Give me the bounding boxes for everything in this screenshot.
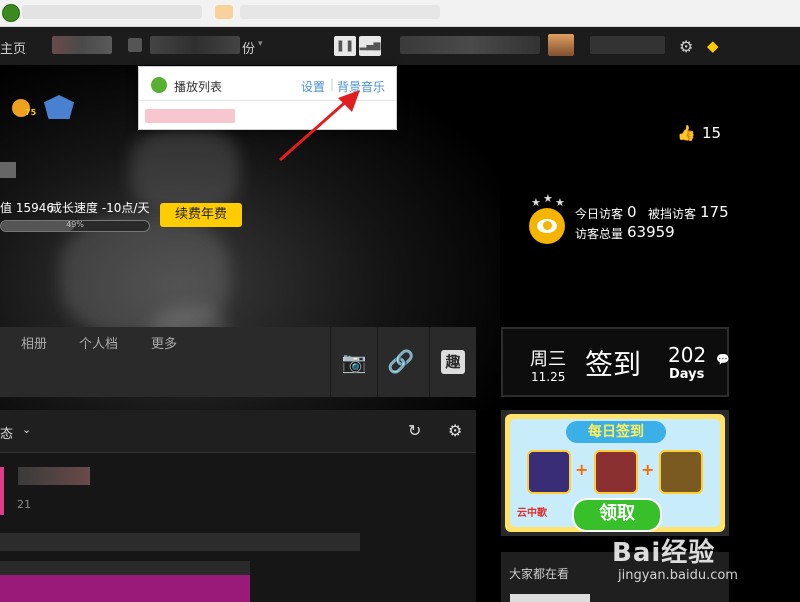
plus-icon: + [641, 460, 655, 479]
pause-icon[interactable]: ❚❚ [334, 36, 356, 56]
star-icon: ★ [531, 196, 541, 209]
browser-address-bar [0, 0, 800, 27]
blurred-profile-name [0, 162, 16, 178]
blurred-thumbnail[interactable] [510, 594, 590, 602]
post-image[interactable] [0, 575, 250, 602]
checkin-weekday: 周三 [530, 349, 566, 370]
nav-home-link[interactable]: 主页 [0, 38, 26, 57]
tab-more[interactable]: 更多 [151, 333, 177, 352]
everyone-watching-title: 大家都在看 [509, 567, 570, 581]
baidu-watermark: Bai经验 [612, 538, 716, 568]
growth-speed: 成长速度 -10点/天 [50, 201, 150, 215]
scepter-gift-icon [527, 450, 571, 494]
tab-profile[interactable]: 个人档 [79, 333, 118, 352]
blurred-nav-item [590, 36, 665, 54]
playlist-title: 播放列表 [174, 80, 223, 94]
blurred-user-name [400, 36, 540, 54]
blurred-url [22, 5, 202, 19]
checkin-date: 11.25 [531, 370, 566, 384]
likes-count: 15 [702, 124, 722, 142]
checkin-days-value: 202 [668, 343, 707, 367]
total-visitors-value: 63959 [627, 223, 675, 241]
blurred-post-author [18, 467, 90, 485]
gear-icon[interactable]: ⚙ [448, 421, 462, 440]
music-bag-icon [151, 77, 167, 93]
feed-avatar-edge [0, 467, 4, 515]
fun-icon: 趣 [441, 350, 465, 374]
feed-filter-label[interactable]: 态 [0, 423, 13, 442]
blurred-track-item[interactable] [145, 109, 235, 123]
thumbs-up-icon[interactable]: 👍 [677, 124, 696, 142]
nav-item-partial[interactable]: 份 [242, 38, 255, 57]
growth-progress-label: 49% [66, 220, 84, 229]
renew-annual-fee-button[interactable]: 续费年费 [160, 203, 242, 227]
diamond-icon[interactable]: ◆ [707, 37, 719, 55]
top-navigation: 主页 份 ▾ ❚❚ ▂▄▆ ⚙ ◆ [0, 27, 800, 65]
blocked-visitors-value: 175 [700, 203, 729, 221]
camera-button[interactable]: 📷 [330, 327, 377, 397]
link-button[interactable]: 🔗 [377, 327, 424, 397]
claim-button[interactable]: 领取 [572, 498, 662, 532]
total-visitors-label: 访客总量 [575, 227, 624, 241]
arrow-head [338, 90, 360, 112]
blurred-tab [240, 5, 440, 19]
arrow-shaft [279, 96, 351, 162]
blurred-nav-icon [128, 38, 142, 52]
blurred-favicon [215, 5, 233, 19]
chevron-down-icon[interactable]: ⌄ [22, 423, 31, 436]
baidu-watermark-url: jingyan.baidu.com [618, 568, 738, 583]
refresh-icon[interactable]: ↻ [408, 421, 421, 440]
feed-list: 21 [0, 453, 476, 602]
blocked-visitors-label[interactable]: 被挡访客 [648, 205, 696, 222]
avatar[interactable] [548, 34, 574, 56]
growth-progress-bar: 49% [0, 220, 150, 232]
gear-icon[interactable]: ⚙ [679, 37, 693, 56]
treasure-gift-icon [659, 450, 703, 494]
browser-logo-icon [2, 4, 20, 22]
eye-pupil [543, 221, 552, 230]
plus-icon: + [575, 460, 589, 479]
link-icon: 🔗 [387, 349, 415, 375]
fun-button[interactable]: 趣 [429, 327, 476, 397]
checkin-label[interactable]: 签到 [585, 343, 641, 383]
today-visitors-value: 0 [627, 203, 637, 221]
blurred-nav-item [52, 36, 112, 54]
checkin-days-label: Days [669, 367, 705, 382]
helmet-gift-icon [594, 450, 638, 494]
promo-brand: 云中歌 [517, 508, 547, 519]
growth-value: 值 15946 [0, 201, 54, 215]
star-icon: ★ [555, 196, 565, 209]
chat-bubble-icon[interactable]: 💬 [716, 353, 730, 366]
post-timestamp: 21 [17, 498, 31, 511]
promo-title: 每日签到 [566, 421, 666, 443]
feed-header: 态 ⌄ ↻ ⚙ [0, 410, 476, 453]
checkin-card[interactable]: 周三 11.25 签到 202 Days [501, 327, 729, 397]
vip-level-badge: 75 [25, 108, 37, 117]
tab-albums[interactable]: 相册 [21, 333, 47, 352]
equalizer-icon[interactable]: ▂▄▆ [359, 36, 381, 56]
blurred-post-text [0, 533, 360, 551]
today-visitors-label: 今日访客 [575, 207, 624, 221]
camera-icon: 📷 [341, 350, 367, 374]
star-icon: ★ [543, 192, 553, 205]
chevron-down-icon: ▾ [258, 39, 263, 49]
annotation-arrow [279, 90, 360, 162]
blurred-nav-item [150, 36, 240, 54]
